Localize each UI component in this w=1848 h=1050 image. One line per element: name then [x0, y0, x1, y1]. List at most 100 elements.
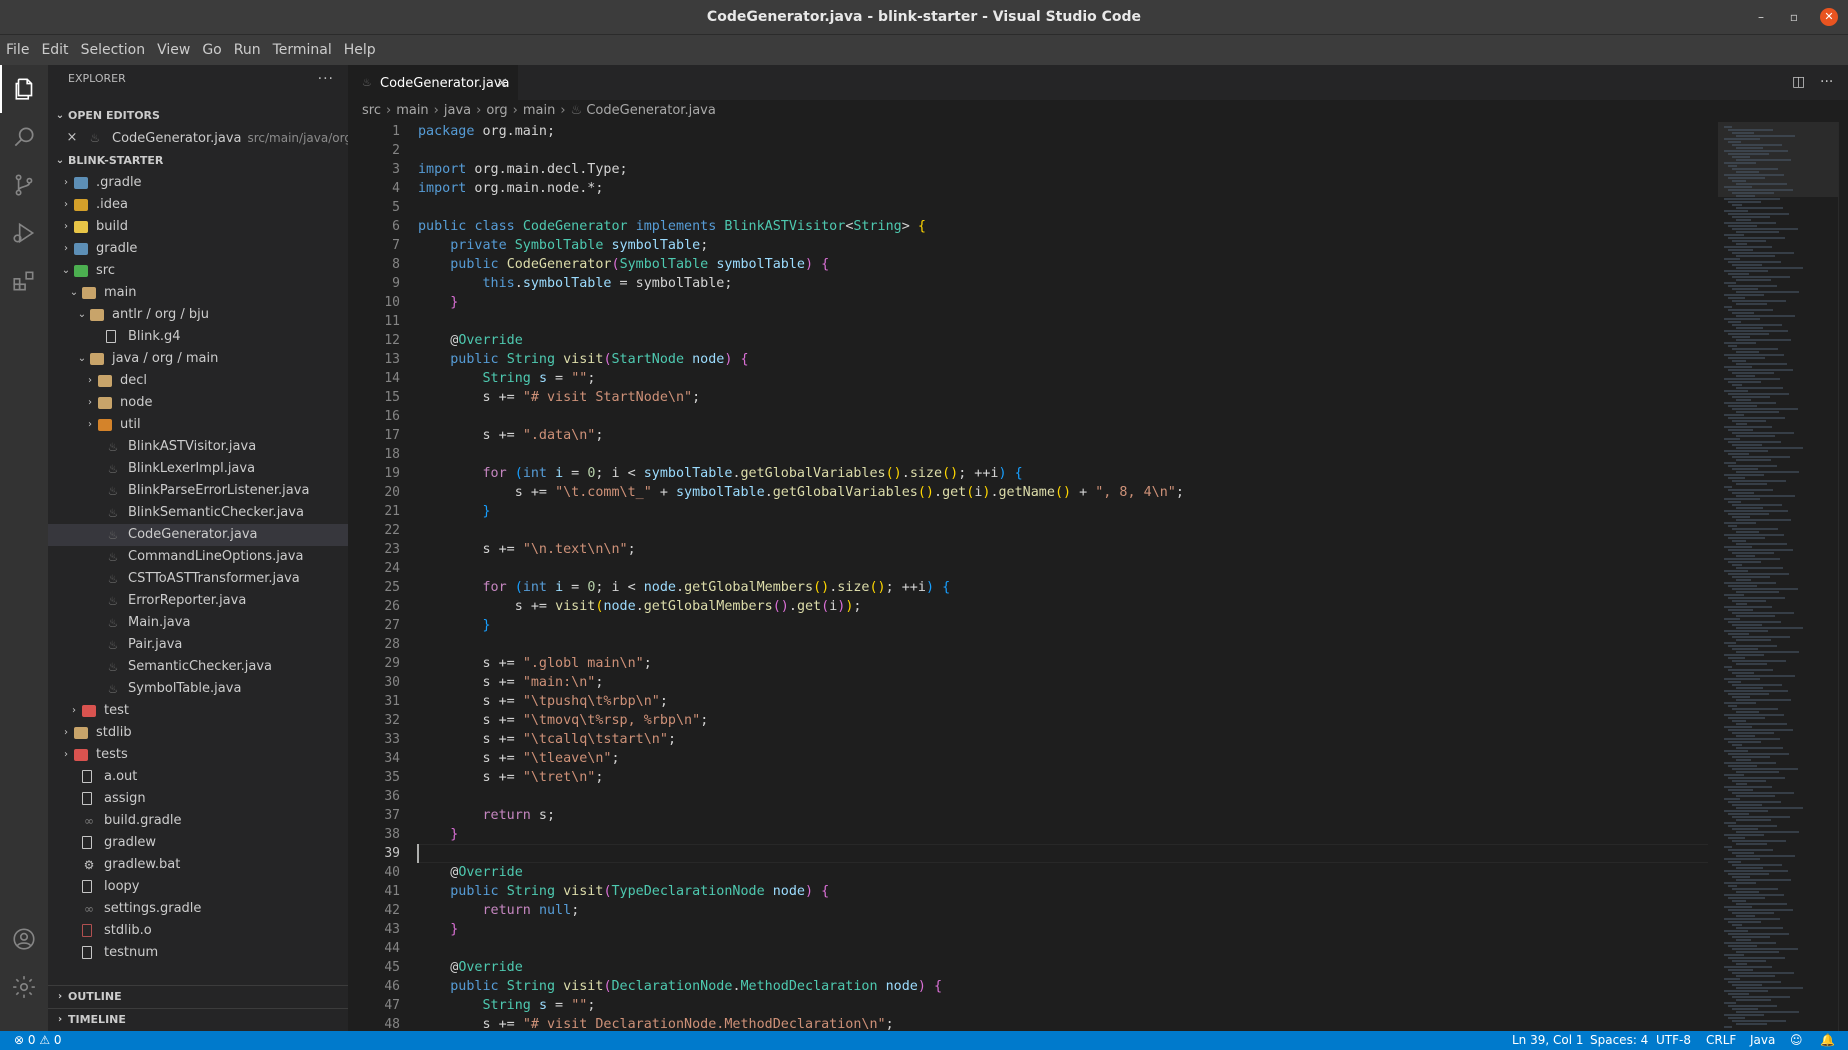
code-line[interactable]: [418, 312, 1708, 331]
tree-file[interactable]: ♨ CommandLineOptions.java: [48, 546, 348, 568]
menu-view[interactable]: View: [151, 35, 196, 65]
code-line[interactable]: }: [418, 825, 1708, 844]
tab-codegenerator[interactable]: ♨ CodeGenerator.java ×: [348, 65, 518, 100]
tree-file[interactable]: ∞ settings.gradle: [48, 898, 348, 920]
code-line[interactable]: [418, 559, 1708, 578]
editor-more-actions-icon[interactable]: ···: [1820, 65, 1833, 100]
open-editor-item[interactable]: × ♨ CodeGenerator.java src/main/java/org/…: [48, 127, 348, 149]
code-line[interactable]: }: [418, 920, 1708, 939]
code-line[interactable]: import org.main.decl.Type;: [418, 160, 1708, 179]
code-line[interactable]: [418, 939, 1708, 958]
code-line[interactable]: s += "\tret\n";: [418, 768, 1708, 787]
code-line[interactable]: @Override: [418, 331, 1708, 350]
code-line[interactable]: for (int i = 0; i < symbolTable.getGloba…: [418, 464, 1708, 483]
code-line[interactable]: [418, 787, 1708, 806]
tree-folder[interactable]: ⌄ antlr / org / bju: [48, 304, 348, 326]
breadcrumb-item[interactable]: java: [444, 103, 471, 118]
tree-folder[interactable]: › stdlib: [48, 722, 348, 744]
cursor-position[interactable]: Ln 39, Col 1: [1512, 1031, 1584, 1050]
code-line[interactable]: s += "# visit DeclarationNode.MethodDecl…: [418, 1015, 1708, 1031]
run-debug-icon[interactable]: [0, 209, 48, 257]
code-line[interactable]: [418, 635, 1708, 654]
notifications-icon[interactable]: 🔔: [1820, 1031, 1835, 1050]
close-window-button[interactable]: ✕: [1820, 8, 1838, 26]
tree-folder[interactable]: › .gradle: [48, 172, 348, 194]
tree-file[interactable]: ♨ Pair.java: [48, 634, 348, 656]
code-line[interactable]: [418, 141, 1708, 160]
code-line[interactable]: [418, 407, 1708, 426]
source-control-icon[interactable]: [0, 161, 48, 209]
code-line[interactable]: package org.main;: [418, 122, 1708, 141]
tree-file[interactable]: loopy: [48, 876, 348, 898]
code-line[interactable]: [418, 445, 1708, 464]
tree-file[interactable]: ♨ SemanticChecker.java: [48, 656, 348, 678]
code-line[interactable]: public class CodeGenerator implements Bl…: [418, 217, 1708, 236]
code-line[interactable]: s += "\tcallq\tstart\n";: [418, 730, 1708, 749]
tree-file[interactable]: ♨ BlinkSemanticChecker.java: [48, 502, 348, 524]
code-line[interactable]: for (int i = 0; i < node.getGlobalMember…: [418, 578, 1708, 597]
outline-section[interactable]: › OUTLINE: [48, 986, 348, 1008]
tree-file[interactable]: ♨ ErrorReporter.java: [48, 590, 348, 612]
code-line[interactable]: s += "main:\n";: [418, 673, 1708, 692]
code-line[interactable]: s += ".data\n";: [418, 426, 1708, 445]
code-line[interactable]: s += "\tleave\n";: [418, 749, 1708, 768]
code-line[interactable]: }: [418, 616, 1708, 635]
explorer-icon[interactable]: [0, 65, 48, 113]
code-line[interactable]: }: [418, 293, 1708, 312]
restore-button[interactable]: ▫: [1779, 0, 1809, 35]
breadcrumb-item[interactable]: main: [396, 103, 428, 118]
menu-help[interactable]: Help: [338, 35, 382, 65]
menu-terminal[interactable]: Terminal: [267, 35, 338, 65]
close-editor-icon[interactable]: ×: [66, 127, 78, 149]
feedback-icon[interactable]: ☺: [1790, 1031, 1803, 1050]
minimap[interactable]: [1718, 122, 1838, 1031]
minimize-button[interactable]: –: [1746, 0, 1776, 35]
breadcrumb-item[interactable]: org: [486, 103, 507, 118]
tree-folder[interactable]: › build: [48, 216, 348, 238]
tree-file[interactable]: ⚙ gradlew.bat: [48, 854, 348, 876]
tree-file[interactable]: Blink.g4: [48, 326, 348, 348]
tree-file[interactable]: a.out: [48, 766, 348, 788]
tree-folder[interactable]: ⌄ src: [48, 260, 348, 282]
explorer-more-actions-icon[interactable]: ···: [318, 65, 334, 93]
code-line[interactable]: return s;: [418, 806, 1708, 825]
tree-folder[interactable]: › test: [48, 700, 348, 722]
tree-file[interactable]: ♨ BlinkLexerImpl.java: [48, 458, 348, 480]
manage-gear-icon[interactable]: [0, 963, 48, 1011]
tree-folder[interactable]: › .idea: [48, 194, 348, 216]
tree-file[interactable]: ♨ Main.java: [48, 612, 348, 634]
code-line[interactable]: s += "# visit StartNode\n";: [418, 388, 1708, 407]
code-line[interactable]: private SymbolTable symbolTable;: [418, 236, 1708, 255]
timeline-section[interactable]: › TIMELINE: [48, 1008, 348, 1030]
code-line[interactable]: s += ".globl main\n";: [418, 654, 1708, 673]
code-line[interactable]: s += "\n.text\n\n";: [418, 540, 1708, 559]
code-line[interactable]: [418, 844, 1708, 863]
menu-file[interactable]: File: [0, 35, 35, 65]
tree-file[interactable]: ∞ build.gradle: [48, 810, 348, 832]
tree-file[interactable]: assign: [48, 788, 348, 810]
tree-file[interactable]: ♨ CodeGenerator.java: [48, 524, 348, 546]
tree-folder[interactable]: ⌄ java / org / main: [48, 348, 348, 370]
code-line[interactable]: public CodeGenerator(SymbolTable symbolT…: [418, 255, 1708, 274]
menu-edit[interactable]: Edit: [35, 35, 74, 65]
code-text[interactable]: package org.main; import org.main.decl.Ty…: [418, 122, 1708, 1031]
breadcrumb-item[interactable]: main: [523, 103, 555, 118]
close-tab-icon[interactable]: ×: [496, 66, 508, 101]
tree-folder[interactable]: ⌄ main: [48, 282, 348, 304]
code-line[interactable]: @Override: [418, 863, 1708, 882]
code-line[interactable]: public String visit(DeclarationNode.Meth…: [418, 977, 1708, 996]
account-icon[interactable]: [0, 915, 48, 963]
code-line[interactable]: public String visit(StartNode node) {: [418, 350, 1708, 369]
code-line[interactable]: }: [418, 502, 1708, 521]
split-editor-icon[interactable]: ◫: [1792, 65, 1805, 100]
tree-folder[interactable]: › tests: [48, 744, 348, 766]
code-line[interactable]: import org.main.node.*;: [418, 179, 1708, 198]
menu-selection[interactable]: Selection: [75, 35, 152, 65]
tree-file[interactable]: testnum: [48, 942, 348, 964]
language-mode[interactable]: Java: [1750, 1031, 1775, 1050]
code-line[interactable]: [418, 521, 1708, 540]
open-editors-section[interactable]: ⌄ OPEN EDITORS: [48, 105, 348, 127]
code-line[interactable]: s += visit(node.getGlobalMembers().get(i…: [418, 597, 1708, 616]
code-line[interactable]: public String visit(TypeDeclarationNode …: [418, 882, 1708, 901]
tree-file[interactable]: ♨ CSTToASTTransformer.java: [48, 568, 348, 590]
